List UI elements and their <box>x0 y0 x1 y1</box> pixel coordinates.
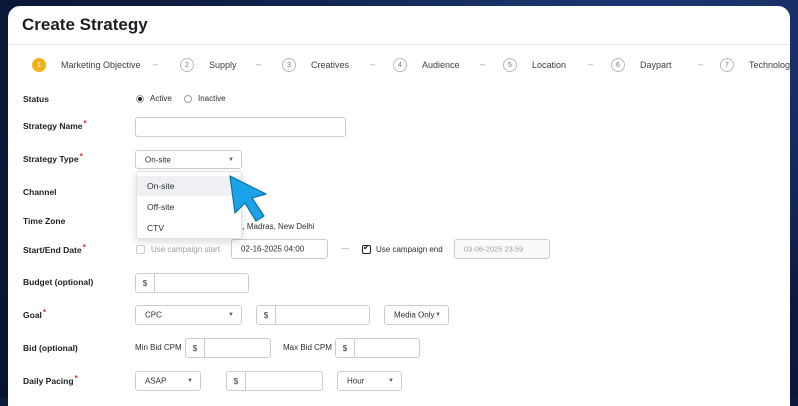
pacing-value-input[interactable]: $ <box>226 371 323 391</box>
required-marker: * <box>82 243 86 252</box>
required-marker: * <box>74 374 78 383</box>
status-active-radio[interactable] <box>136 95 144 103</box>
min-bid-input[interactable]: $ <box>185 338 271 358</box>
daily-pacing-label: Daily Pacing* <box>23 374 78 386</box>
step-separator: – <box>153 59 159 69</box>
step-separator: – <box>370 59 376 69</box>
step-label: Audience <box>422 60 460 70</box>
step-label: Technology <box>749 60 790 70</box>
caret-down-icon: ▼ <box>435 312 441 318</box>
step-label: Location <box>532 60 567 70</box>
pointer-arrow-icon <box>229 175 267 222</box>
caret-down-icon: ▼ <box>228 312 234 318</box>
required-marker: * <box>42 308 47 317</box>
bid-label: Bid (optional) <box>23 343 78 353</box>
title-divider <box>8 44 790 45</box>
step-number: 1 <box>32 58 46 72</box>
step-creatives[interactable]: 3 Creatives <box>282 57 349 73</box>
currency-prefix: $ <box>336 339 355 357</box>
step-number: 3 <box>282 58 296 72</box>
step-number: 6 <box>611 58 625 72</box>
pacing-unit-select[interactable]: Hour ▼ <box>337 371 402 391</box>
status-label: Status <box>23 94 49 104</box>
start-end-date-label: Start/End Date* <box>23 243 86 255</box>
step-number: 7 <box>720 58 734 72</box>
budget-input[interactable]: $ <box>135 273 249 293</box>
strategy-type-label: Strategy Type* <box>23 152 83 164</box>
goal-value-input[interactable]: $ <box>256 305 370 325</box>
pacing-mode-value: ASAP <box>145 376 167 386</box>
step-technology[interactable]: 7 Technology <box>720 57 790 73</box>
currency-prefix: $ <box>186 339 205 357</box>
media-only-select[interactable]: Media Only ▼ <box>384 305 449 325</box>
step-separator: – <box>588 59 594 69</box>
max-bid-input[interactable]: $ <box>335 338 420 358</box>
use-campaign-end-checkbox[interactable] <box>362 243 371 254</box>
required-marker: * <box>79 152 83 161</box>
time-zone-label: Time Zone <box>23 216 66 226</box>
start-date-input[interactable]: 02-16-2025 04:00 <box>231 239 328 259</box>
use-campaign-start-label: Use campaign start <box>151 245 220 254</box>
pacing-unit-value: Hour <box>347 376 365 386</box>
currency-prefix: $ <box>227 372 246 390</box>
step-separator: – <box>698 59 704 69</box>
step-marketing-objective[interactable]: 1 Marketing Objective <box>32 57 141 73</box>
min-bid-label: Min Bid CPM <box>135 343 182 352</box>
goal-type-select[interactable]: CPC ▼ <box>135 305 242 325</box>
status-inactive-radio[interactable] <box>184 95 192 103</box>
step-audience[interactable]: 4 Audience <box>393 57 460 73</box>
step-daypart[interactable]: 6 Daypart <box>611 57 672 73</box>
currency-prefix: $ <box>257 306 276 324</box>
required-marker: * <box>83 119 87 128</box>
step-number: 5 <box>503 58 517 72</box>
step-label: Marketing Objective <box>61 60 141 70</box>
currency-prefix: $ <box>136 274 155 292</box>
media-only-value: Media Only <box>394 310 435 320</box>
status-active-label: Active <box>150 94 172 103</box>
step-number: 2 <box>180 58 194 72</box>
step-separator: – <box>480 59 486 69</box>
strategy-name-label: Strategy Name* <box>23 119 87 131</box>
date-range-dash: — <box>341 244 349 253</box>
step-label: Daypart <box>640 60 672 70</box>
strategy-type-value: On-site <box>145 155 171 164</box>
step-number: 4 <box>393 58 407 72</box>
pacing-mode-select[interactable]: ASAP ▼ <box>135 371 201 391</box>
caret-down-icon: ▼ <box>388 378 394 384</box>
strategy-type-select[interactable]: On-site ▼ <box>135 150 242 169</box>
step-location[interactable]: 5 Location <box>503 57 566 73</box>
create-strategy-panel: Create Strategy 1 Marketing Objective – … <box>8 6 790 406</box>
caret-down-icon: ▼ <box>187 378 193 384</box>
use-campaign-start-checkbox[interactable] <box>136 245 145 254</box>
end-date-input: 03-06-2025 23:59 <box>454 239 550 259</box>
goal-type-value: CPC <box>145 310 162 320</box>
caret-down-icon: ▼ <box>228 156 234 163</box>
step-label: Supply <box>209 60 237 70</box>
step-label: Creatives <box>311 60 350 70</box>
status-inactive-label: Inactive <box>198 94 226 103</box>
max-bid-label: Max Bid CPM <box>283 343 332 352</box>
end-date-value: 03-06-2025 23:59 <box>464 244 524 254</box>
goal-label: Goal* <box>23 308 47 320</box>
use-campaign-end-label: Use campaign end <box>376 245 443 254</box>
channel-label: Channel <box>23 187 57 197</box>
strategy-name-input[interactable] <box>135 117 346 137</box>
budget-label: Budget (optional) <box>23 277 94 287</box>
start-date-value: 02-16-2025 04:00 <box>241 244 305 254</box>
step-separator: – <box>256 59 262 69</box>
step-supply[interactable]: 2 Supply <box>180 57 237 73</box>
page-title: Create Strategy <box>22 15 148 34</box>
